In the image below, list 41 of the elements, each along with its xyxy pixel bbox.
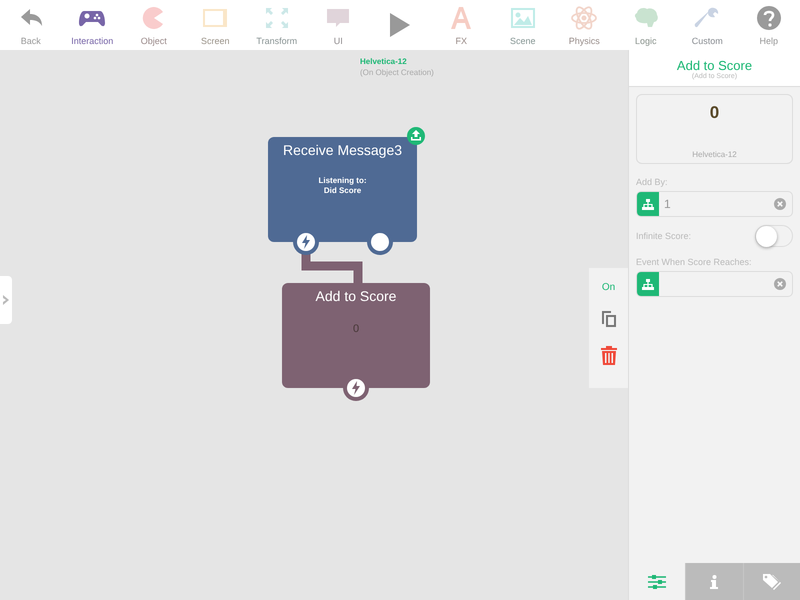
hierarchy-icon xyxy=(642,198,654,210)
clear-icon xyxy=(774,198,786,210)
chevron-right-icon xyxy=(2,294,10,306)
toolbar-button[interactable]: UI xyxy=(308,0,369,50)
toolbar-button[interactable]: Interaction xyxy=(62,0,123,50)
copy-icon[interactable] xyxy=(600,310,616,328)
info-icon xyxy=(710,574,718,588)
toolbar-button[interactable]: Scene xyxy=(492,0,554,50)
object-name: Helvetica-12 xyxy=(360,57,407,66)
script-block[interactable]: Add to Score 0 xyxy=(282,283,430,388)
block-title: Receive Message3 xyxy=(282,142,402,158)
toolbar-button[interactable]: Object xyxy=(123,0,184,50)
toolbar-button[interactable]: Custom xyxy=(676,0,738,50)
side-handle[interactable] xyxy=(0,276,12,324)
toolbar-button[interactable]: Transform xyxy=(246,0,308,50)
toolbar-button[interactable]: Help xyxy=(738,0,800,50)
script-block[interactable]: Receive Message3 Listening to: Did Score xyxy=(268,137,417,242)
play-button[interactable] xyxy=(388,12,412,38)
preview-value: 0 xyxy=(710,103,720,123)
event-name: (On Object Creation) xyxy=(360,68,434,77)
input-field[interactable] xyxy=(636,271,793,297)
toggle-switch[interactable] xyxy=(755,225,793,247)
block-text: 0 xyxy=(352,324,360,334)
panel-tab[interactable] xyxy=(685,563,743,600)
toolbar-button[interactable]: FX xyxy=(430,0,492,50)
block-title: Add to Score xyxy=(316,288,396,304)
toolbar-button[interactable]: Back xyxy=(0,0,62,50)
panel-tab[interactable] xyxy=(742,563,800,600)
sliders-icon xyxy=(648,574,666,590)
on-button[interactable]: On xyxy=(602,282,616,293)
clear-icon xyxy=(774,278,786,290)
preview-caption: Helvetica-12 xyxy=(692,150,737,159)
tags-icon xyxy=(762,573,782,590)
toolbar-button[interactable]: Screen xyxy=(184,0,246,50)
input-field[interactable]: 1 xyxy=(636,191,793,217)
block-text: Listening to: Did Score xyxy=(318,176,366,196)
toolbar-button[interactable]: Physics xyxy=(554,0,615,50)
hierarchy-icon xyxy=(642,278,654,290)
panel-title: Add to Score xyxy=(676,58,754,73)
toolbar-button[interactable]: Logic xyxy=(615,0,676,50)
trash-icon[interactable] xyxy=(600,346,616,365)
